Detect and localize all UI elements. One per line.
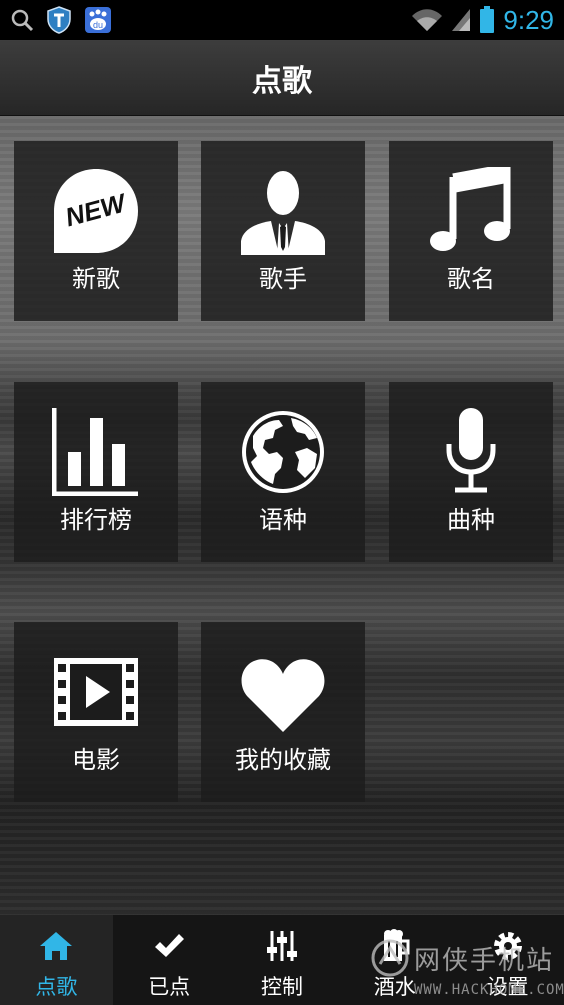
nav-label: 已点: [148, 975, 191, 999]
tile-label: 歌手: [259, 265, 307, 293]
bar-chart-icon: [52, 408, 138, 496]
tile-label: 电影: [72, 746, 120, 774]
title-bar: 点歌: [0, 40, 564, 116]
heart-icon: [241, 659, 325, 732]
tile-label: 新歌: [72, 265, 120, 293]
tile-genres[interactable]: 曲种: [389, 382, 553, 562]
nav-item-song-request[interactable]: 点歌: [0, 915, 113, 1005]
sliders-icon: [266, 931, 297, 961]
tile-movies[interactable]: 电影: [14, 622, 178, 802]
check-icon: [155, 934, 185, 957]
tile-label: 曲种: [447, 506, 495, 534]
wifi-icon: [412, 9, 443, 31]
gear-icon: [493, 932, 522, 960]
tile-singers[interactable]: 歌手: [201, 141, 365, 321]
nav-label: 设置: [486, 975, 529, 999]
film-icon: [54, 658, 138, 726]
tile-label: 语种: [259, 506, 307, 534]
nav-label: 控制: [260, 975, 303, 999]
microphone-icon: [446, 408, 496, 493]
search-icon: [11, 9, 34, 32]
tile-favorites[interactable]: 我的收藏: [201, 622, 365, 802]
tile-languages[interactable]: 语种: [201, 382, 365, 562]
nav-item-requested[interactable]: 已点: [113, 915, 226, 1005]
globe-icon: [242, 411, 324, 493]
home-icon: [40, 932, 73, 960]
tile-new-songs[interactable]: NEW 新歌: [14, 141, 178, 321]
shield-icon: [47, 6, 71, 34]
nav-label: 酒水: [373, 975, 416, 999]
signal-icon: [452, 9, 471, 31]
tile-label: 我的收藏: [235, 746, 331, 774]
status-bar: du 9:29: [0, 0, 564, 40]
music-note-icon: [430, 167, 511, 251]
clock: 9:29: [503, 4, 554, 35]
battery-icon: [480, 6, 495, 33]
status-right: 9:29: [411, 5, 554, 36]
nav-item-settings[interactable]: 设置: [451, 915, 564, 1005]
page-title: 点歌: [252, 63, 312, 99]
nav-item-control[interactable]: 控制: [226, 915, 339, 1005]
singer-icon: [241, 171, 325, 255]
status-left: du: [10, 6, 112, 34]
tile-charts[interactable]: 排行榜: [14, 382, 178, 562]
bottom-nav: 点歌 已点 控制 酒水 设置: [0, 915, 564, 1005]
tile-label: 排行榜: [60, 506, 132, 534]
baidu-icon: du: [85, 7, 111, 33]
tile-song-names[interactable]: 歌名: [389, 141, 553, 321]
nav-item-drinks[interactable]: 酒水: [338, 915, 451, 1005]
nav-label: 点歌: [35, 975, 78, 999]
new-badge-icon: NEW: [54, 169, 138, 253]
svg-text:du: du: [93, 20, 103, 30]
tile-label: 歌名: [447, 265, 495, 293]
beer-icon: [383, 929, 410, 961]
